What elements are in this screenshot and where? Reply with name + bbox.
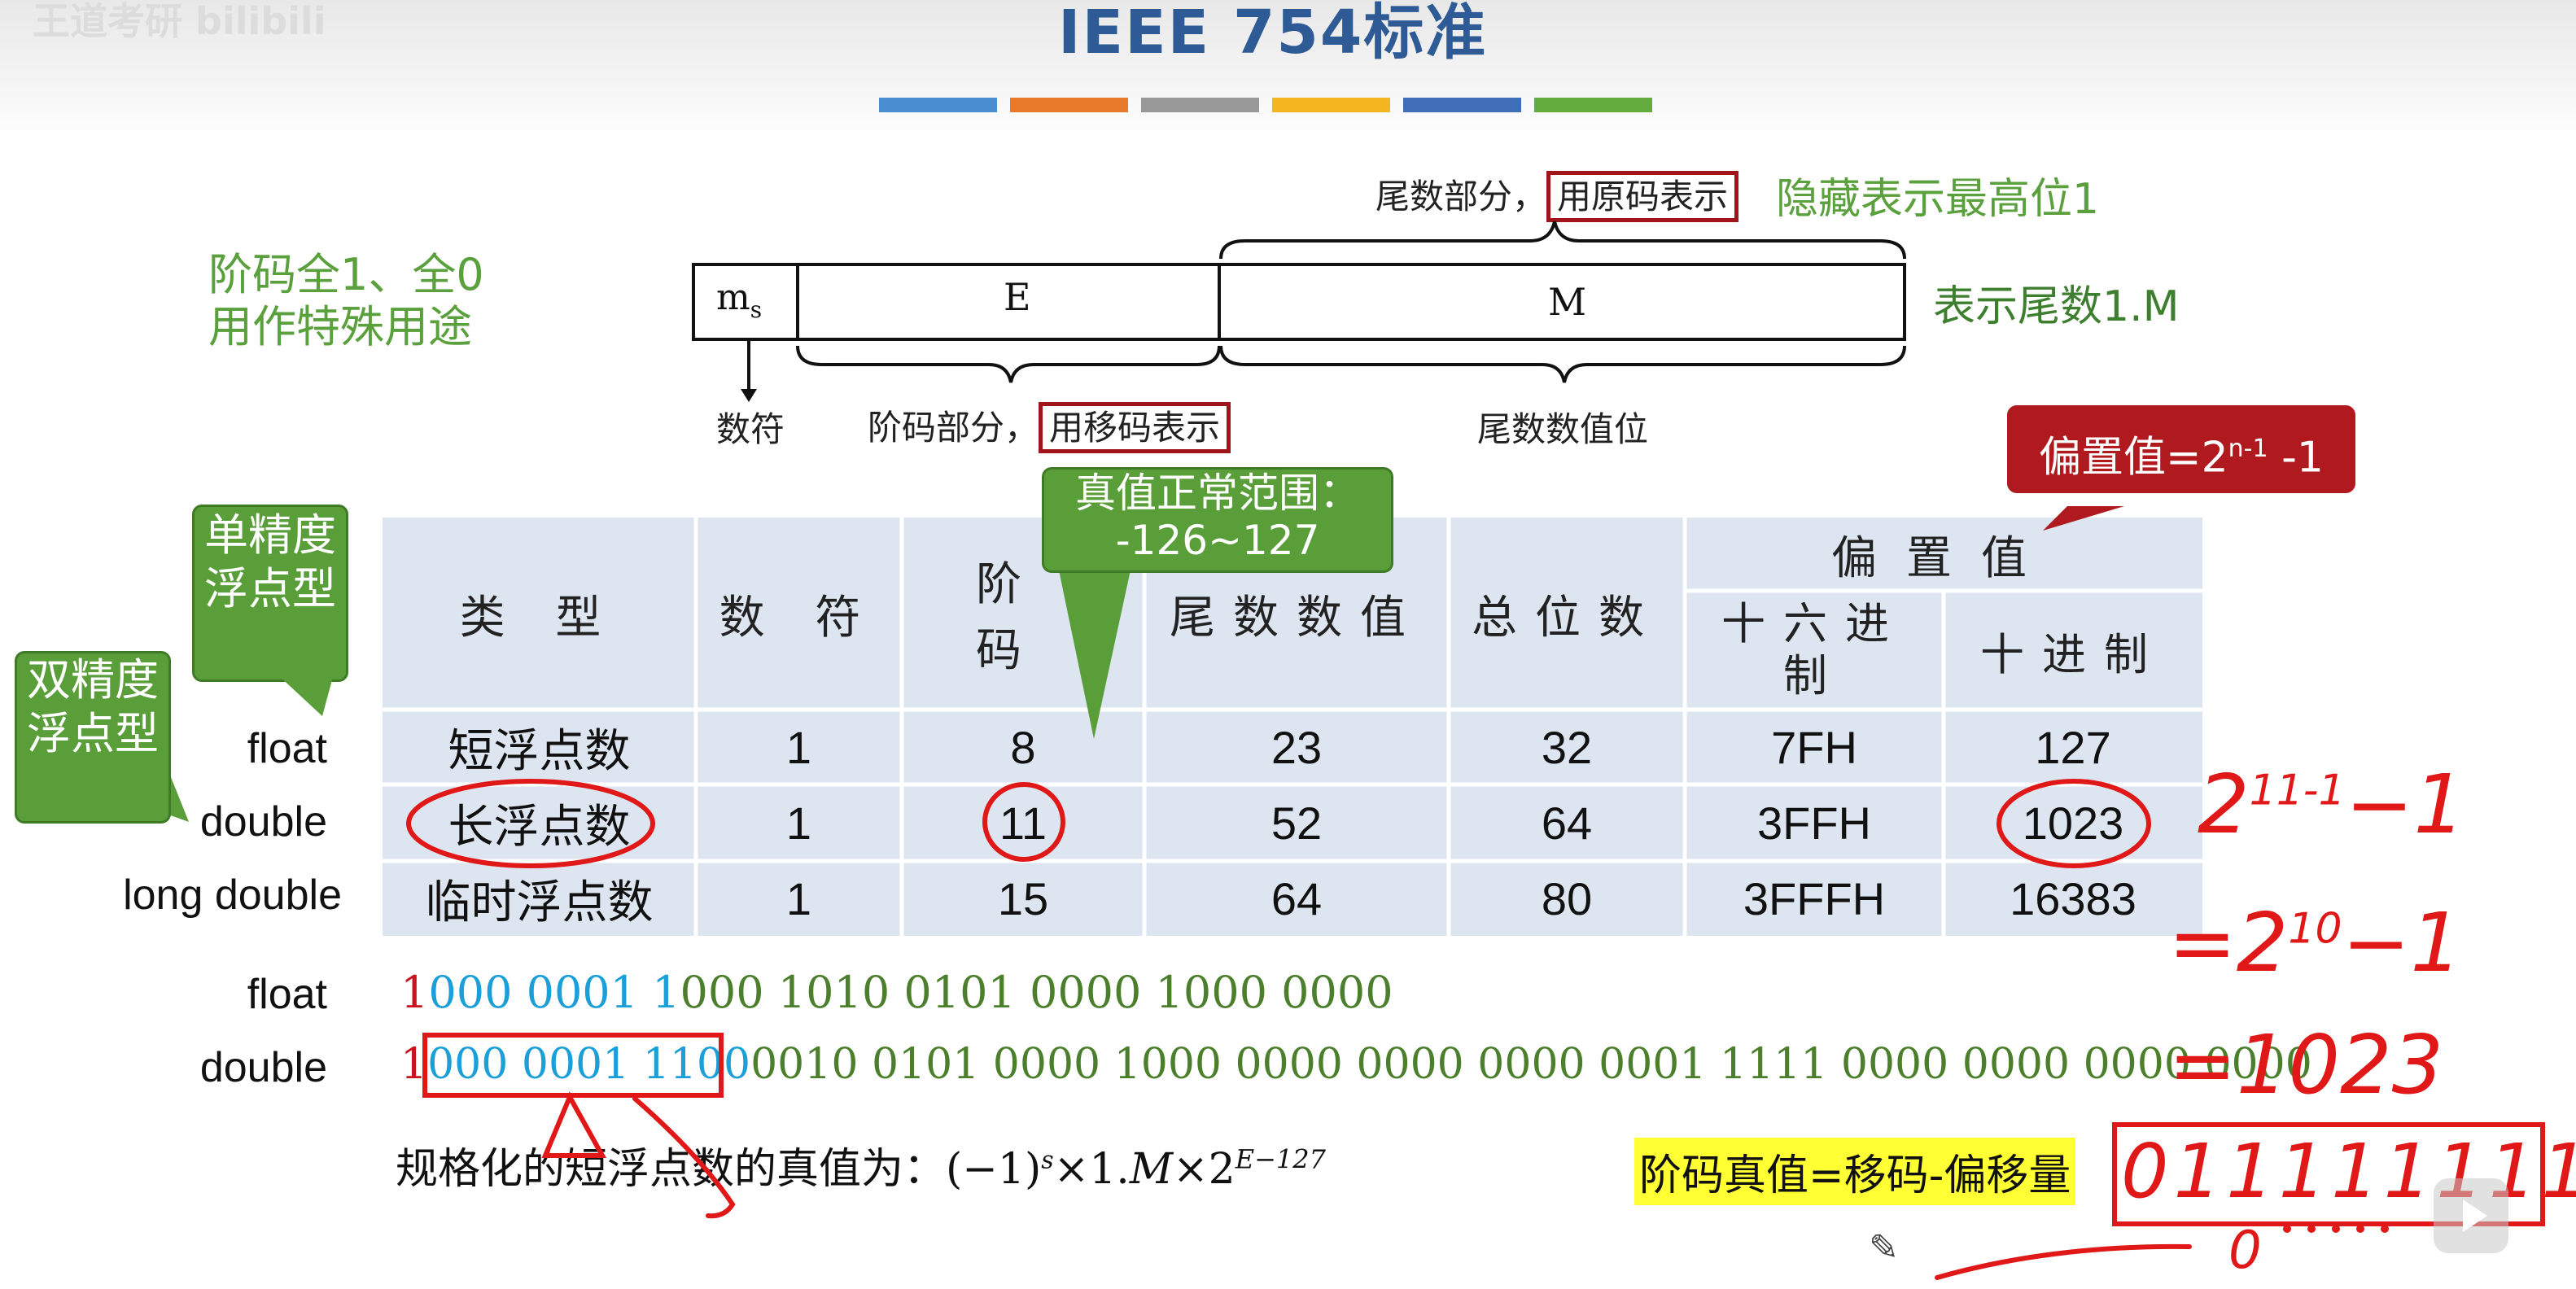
hand-curve	[632, 1096, 736, 1219]
circle-long-float	[406, 779, 655, 868]
hand-arrow-up	[541, 1091, 607, 1158]
hand-stroke-bottom	[1935, 1243, 2192, 1280]
exponent-bits-box	[422, 1033, 724, 1098]
hw-line1-tail: −1	[2345, 757, 2466, 852]
hw-line2-sup: 10	[2288, 904, 2342, 954]
circle-bias-1023	[1997, 779, 2151, 868]
hw-line1-sup: 11-1	[2249, 766, 2346, 815]
hw-line1-base: 2	[2198, 757, 2250, 852]
circle-exponent-11	[982, 782, 1065, 862]
handwritten-bias-calc-line2: =210−1	[2168, 895, 2462, 990]
hw-line2-tail: −1	[2342, 895, 2463, 990]
play-icon[interactable]	[2434, 1178, 2508, 1253]
pen-icon[interactable]: ✎	[1869, 1227, 1899, 1269]
hw-line2-base: =2	[2168, 895, 2289, 990]
handwritten-bias-calc-line1: 211-1−1	[2198, 757, 2465, 852]
handwritten-zero: 0	[2228, 1221, 2262, 1281]
handwritten-bias-result: =1023	[2168, 1017, 2444, 1112]
